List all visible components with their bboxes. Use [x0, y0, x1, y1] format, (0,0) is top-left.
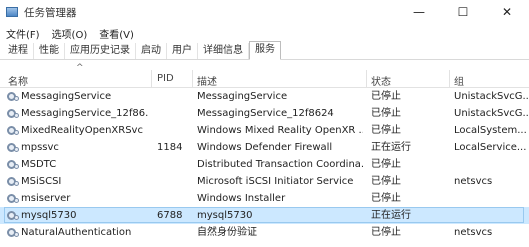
window-title: 任务管理器: [24, 6, 77, 19]
minimize-button[interactable]: —: [397, 0, 441, 24]
service-pid: 6788: [157, 210, 183, 221]
service-status: 正在运行: [371, 142, 411, 153]
window-controls: — ☐ ✕: [397, 0, 529, 24]
tab-details[interactable]: 详细信息: [198, 43, 249, 59]
service-gear-icon: [7, 177, 19, 186]
close-button[interactable]: ✕: [485, 0, 529, 24]
title-bar: 任务管理器 — ☐ ✕: [0, 0, 529, 24]
service-status: 已停止: [371, 159, 401, 170]
service-description: MessagingService_12f8624: [197, 108, 334, 119]
menu-file[interactable]: 文件(F): [0, 26, 46, 41]
service-status: 已停止: [371, 193, 401, 204]
column-header-name[interactable]: 名称: [8, 73, 28, 88]
table-row[interactable]: MSDTC Distributed Transaction Coordina..…: [0, 156, 529, 173]
column-header-pid[interactable]: PID: [157, 73, 174, 84]
service-name: NaturalAuthentication: [21, 227, 132, 238]
service-status: 已停止: [371, 108, 401, 119]
menu-view[interactable]: 查看(V): [93, 26, 140, 41]
service-pid: 1184: [157, 142, 183, 153]
table-header: 名称 PID 描述 状态 组: [0, 70, 529, 88]
service-group: netsvcs: [454, 176, 493, 187]
service-gear-icon: [7, 109, 19, 118]
service-name: MixedRealityOpenXRSvc: [21, 125, 143, 136]
service-gear-icon: [7, 143, 19, 152]
service-description: Windows Mixed Reality OpenXR ...: [197, 125, 363, 136]
table-row[interactable]: MixedRealityOpenXRSvc Windows Mixed Real…: [0, 122, 529, 139]
table-row[interactable]: msiserver Windows Installer 已停止: [0, 190, 529, 207]
task-manager-icon: [6, 7, 18, 17]
service-group: LocalSystem...: [454, 125, 527, 136]
service-group: UnistackSvcG...: [454, 108, 529, 119]
service-gear-icon: [7, 126, 19, 135]
table-row[interactable]: mpssvc 1184 Windows Defender Firewall 正在…: [0, 139, 529, 156]
tab-startup[interactable]: 启动: [136, 43, 167, 59]
service-description: mysql5730: [197, 210, 253, 221]
service-group: netsvcs: [454, 227, 493, 238]
tab-services[interactable]: 服务: [249, 41, 281, 60]
menu-options[interactable]: 选项(O): [46, 26, 94, 41]
service-status: 已停止: [371, 125, 401, 136]
service-gear-icon: [7, 194, 19, 203]
service-gear-icon: [7, 92, 19, 101]
tab-users[interactable]: 用户: [167, 43, 198, 59]
tab-performance[interactable]: 性能: [34, 43, 65, 59]
menu-bar: 文件(F) 选项(O) 查看(V): [0, 24, 529, 42]
service-description: 自然身份验证: [197, 227, 257, 238]
service-name: MessagingService_12f86...: [21, 108, 149, 119]
column-divider[interactable]: [366, 70, 367, 88]
service-status: 已停止: [371, 176, 401, 187]
service-description: MessagingService: [197, 91, 288, 102]
table-row[interactable]: NaturalAuthentication 自然身份验证 已停止 netsvcs: [0, 224, 529, 241]
service-name: mysql5730: [21, 210, 77, 221]
service-gear-icon: [7, 228, 19, 237]
column-header-status[interactable]: 状态: [371, 73, 391, 88]
table-row[interactable]: MessagingService MessagingService 已停止 Un…: [0, 88, 529, 105]
tab-processes[interactable]: 进程: [3, 43, 34, 59]
tab-bar: 进程 性能 应用历史记录 启动 用户 详细信息 服务: [0, 41, 529, 60]
column-header-description[interactable]: 描述: [197, 73, 217, 88]
tab-app-history[interactable]: 应用历史记录: [65, 43, 136, 59]
service-description: Windows Defender Firewall: [197, 142, 333, 153]
service-description: Distributed Transaction Coordina...: [197, 159, 363, 170]
maximize-button[interactable]: ☐: [441, 0, 485, 24]
column-divider[interactable]: [151, 70, 152, 88]
table-row-selected[interactable]: mysql5730 6788 mysql5730 正在运行: [0, 207, 529, 224]
service-name: mpssvc: [21, 142, 59, 153]
service-description: Microsoft iSCSI Initiator Service: [197, 176, 354, 187]
service-group: UnistackSvcG...: [454, 91, 529, 102]
service-status: 已停止: [371, 91, 401, 102]
column-divider[interactable]: [192, 70, 193, 88]
table-row[interactable]: MessagingService_12f86... MessagingServi…: [0, 105, 529, 122]
service-name: MSiSCSI: [21, 176, 62, 187]
service-name: MSDTC: [21, 159, 57, 170]
service-name: MessagingService: [21, 91, 112, 102]
table-row[interactable]: MSiSCSI Microsoft iSCSI Initiator Servic…: [0, 173, 529, 190]
service-gear-icon: [7, 160, 19, 169]
service-description: Windows Installer: [197, 193, 286, 204]
service-name: msiserver: [21, 193, 71, 204]
column-header-group[interactable]: 组: [454, 73, 464, 88]
service-group: LocalService...: [454, 142, 527, 153]
column-divider[interactable]: [449, 70, 450, 88]
service-status: 已停止: [371, 227, 401, 238]
service-gear-icon: [7, 211, 19, 220]
service-status: 正在运行: [371, 210, 411, 221]
